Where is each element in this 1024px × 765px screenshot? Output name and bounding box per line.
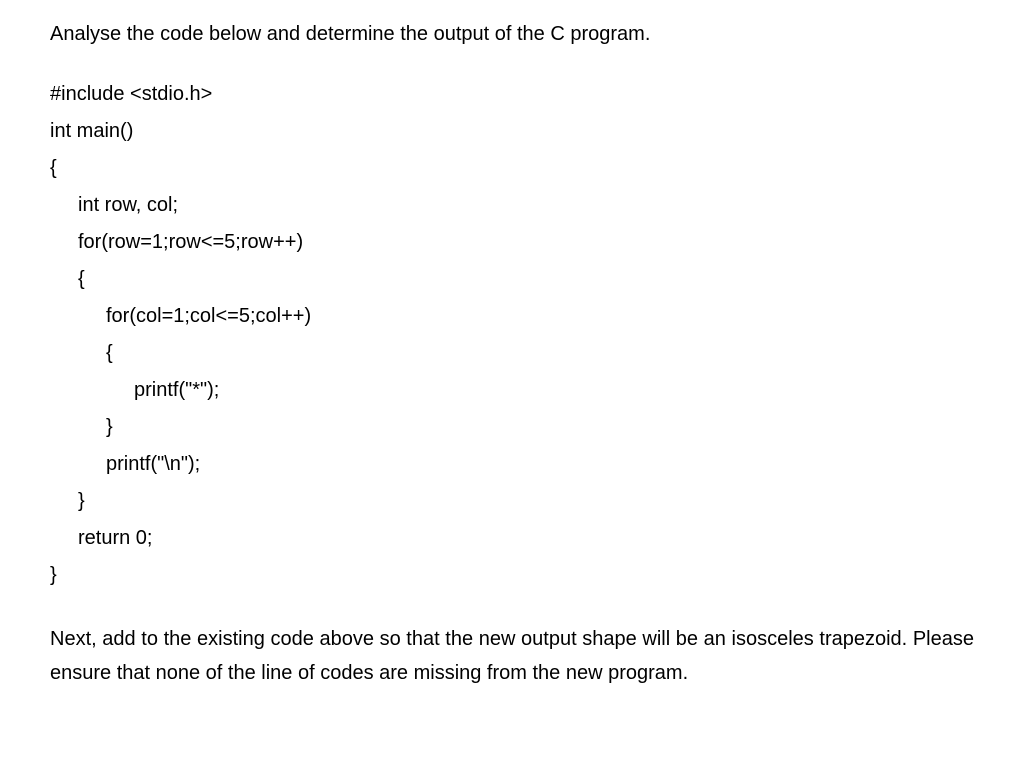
code-line-include: #include <stdio.h> <box>50 76 974 113</box>
question-prompt: Analyse the code below and determine the… <box>50 20 974 48</box>
code-line-brace-close-main: } <box>50 557 974 594</box>
code-line-brace-open-row: { <box>50 261 974 298</box>
code-line-return: return 0; <box>50 520 974 557</box>
code-line-brace-open: { <box>50 150 974 187</box>
code-line-for-row: for(row=1;row<=5;row++) <box>50 224 974 261</box>
code-line-brace-open-col: { <box>50 335 974 372</box>
code-line-printf-newline: printf("\n"); <box>50 446 974 483</box>
code-line-for-col: for(col=1;col<=5;col++) <box>50 298 974 335</box>
code-block: #include <stdio.h> int main() { int row,… <box>50 76 974 594</box>
code-line-declare: int row, col; <box>50 187 974 224</box>
code-line-brace-close-row: } <box>50 483 974 520</box>
code-line-printf-star: printf("*"); <box>50 372 974 409</box>
code-line-main: int main() <box>50 113 974 150</box>
code-line-brace-close-col: } <box>50 409 974 446</box>
followup-prompt: Next, add to the existing code above so … <box>50 622 974 690</box>
